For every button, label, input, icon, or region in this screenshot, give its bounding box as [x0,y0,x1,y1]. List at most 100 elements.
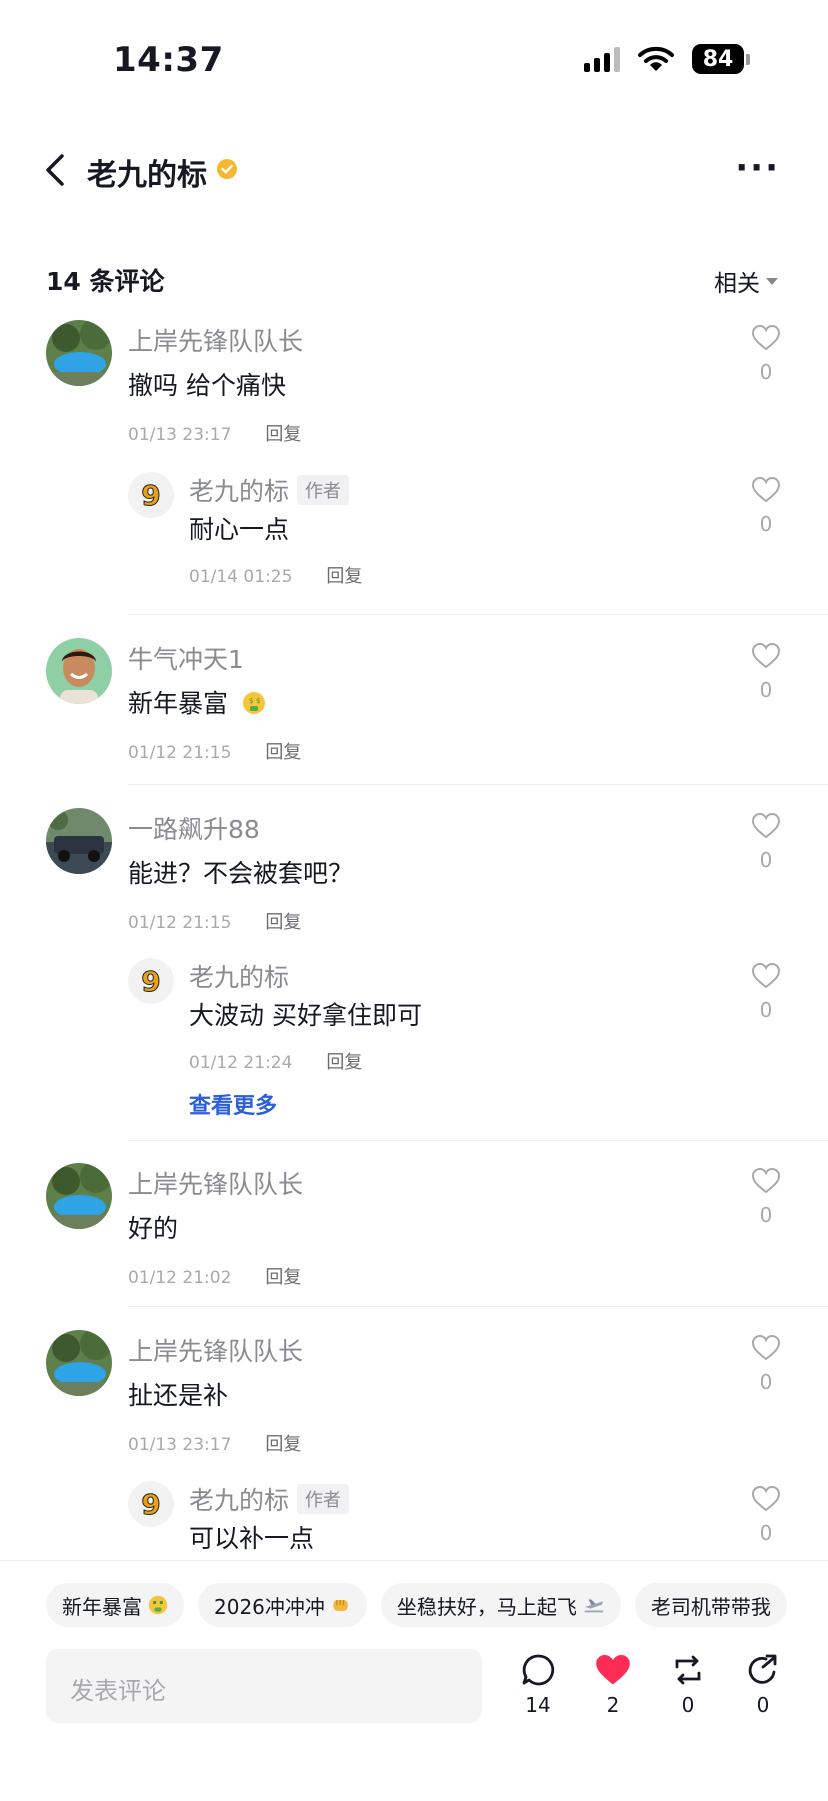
reply-button[interactable]: 回复 [265,912,301,933]
comment-text: 大波动 买好拿住即可 [189,1001,422,1030]
comment-meta: 01/12 21:15 回复 [128,908,301,934]
avatar[interactable] [46,1330,112,1396]
avatar[interactable] [46,1163,112,1229]
avatar[interactable]: 9 [128,1481,174,1527]
commenter-name: 老九的标 作者 [189,472,350,508]
wifi-icon [638,46,674,71]
status-icons: 84 [584,44,750,74]
battery-icon: 84 [692,44,750,74]
reply-button[interactable]: 回复 [326,1052,362,1073]
comment-time: 01/12 21:24 [189,1053,293,1073]
comment-input-placeholder: 发表评论 [70,1677,166,1705]
commenter-name[interactable]: 牛气冲天1 [128,640,244,676]
airplane-emoji-icon [584,1599,604,1613]
verified-badge-icon [217,159,237,179]
money-mouth-emoji-icon: $ $ [242,692,265,714]
comment-meta: 01/12 21:15 回复 [128,738,301,764]
like-button[interactable]: 0 [746,476,786,536]
shares-count: 0 [756,1693,770,1717]
like-post-button[interactable]: 2 [583,1653,643,1717]
like-count: 0 [759,848,773,872]
heart-outline-icon [751,324,781,351]
svg-text:9: 9 [141,1488,160,1521]
heart-outline-icon [751,642,781,669]
more-options-icon[interactable]: ··· [735,148,780,188]
quick-reply-chip[interactable]: 新年暴富 [46,1583,184,1627]
avatar[interactable] [46,638,112,704]
see-more-replies-link[interactable]: 查看更多 [189,1088,277,1120]
divider [128,1140,828,1141]
like-count: 0 [759,360,773,384]
divider [128,614,828,615]
commenter-name[interactable]: 上岸先锋队队长 [128,1165,303,1201]
comment-text: 撤吗 给个痛快 [128,371,286,400]
reply-button[interactable]: 回复 [265,1267,301,1288]
reply-button[interactable]: 回复 [265,424,301,445]
avatar[interactable] [46,808,112,874]
commenter-name: 老九的标 作者 [189,1481,350,1517]
like-count: 0 [759,678,773,702]
commenter-name-text[interactable]: 老九的标 [189,477,289,506]
heart-outline-icon [751,962,781,989]
like-count: 0 [759,1370,773,1394]
battery-level: 84 [692,44,744,74]
avatar[interactable]: 9 [128,472,174,518]
comment-bubble-icon [522,1654,555,1686]
comment-text: 可以补一点 [189,1524,315,1553]
commenter-name[interactable]: 上岸先锋队队长 [128,1332,303,1368]
quick-reply-label: 2026冲冲冲 [214,1594,325,1619]
quick-reply-chip[interactable]: 2026冲冲冲 [198,1583,367,1627]
caret-down-icon [766,277,778,285]
like-button[interactable]: 0 [746,1167,786,1227]
quick-reply-chip[interactable]: 老司机带带我 [634,1583,787,1627]
comments-button[interactable]: 14 [508,1653,568,1717]
share-button[interactable]: 0 [733,1653,793,1717]
comment-time: 01/13 23:17 [128,425,232,445]
commenter-name[interactable]: 一路飙升88 [128,810,260,846]
like-button[interactable]: 0 [746,324,786,384]
likes-count: 2 [606,1693,620,1717]
comment-meta: 01/13 23:17 回复 [128,420,301,446]
like-button[interactable]: 0 [746,642,786,702]
like-count: 0 [759,512,773,536]
divider [128,1306,828,1307]
author-tag: 作者 [297,1484,350,1514]
commenter-name[interactable]: 老九的标 [189,958,289,994]
comment-time: 01/13 23:17 [128,1435,232,1455]
page-header: 老九的标 ··· [0,140,828,200]
comment-meta: 01/12 21:02 回复 [128,1263,301,1289]
reply-button[interactable]: 回复 [326,566,362,587]
divider [128,784,828,785]
comment-text-content: 新年暴富 [128,689,229,718]
commenter-name[interactable]: 上岸先锋队队长 [128,322,303,358]
reply-button[interactable]: 回复 [265,1434,301,1455]
status-time: 14:37 [113,40,224,80]
like-button[interactable]: 0 [746,1334,786,1394]
comment-meta: 01/12 21:24 回复 [189,1048,362,1074]
like-count: 0 [759,1521,773,1545]
heart-outline-icon [751,476,781,503]
comment-time: 01/14 01:25 [189,567,293,587]
reply-button[interactable]: 回复 [265,742,301,763]
avatar[interactable]: 9 [128,958,174,1004]
page-title[interactable]: 老九的标 [87,150,207,194]
svg-text:9: 9 [141,479,160,512]
comment-composer-bar: 新年暴富 2026冲冲冲 坐稳扶好，马上起飞 老司机带带我 发表评论 14 2 … [0,1560,828,1801]
comment-input[interactable]: 发表评论 [46,1649,482,1723]
repost-button[interactable]: 0 [658,1653,718,1717]
comment-text: 新年暴富 $ $ [128,684,266,720]
quick-reply-label: 坐稳扶好，马上起飞 [396,1594,577,1619]
reposts-count: 0 [681,1693,695,1717]
quick-reply-label: 老司机带带我 [650,1594,771,1619]
svg-text:9: 9 [141,965,160,998]
like-button[interactable]: 0 [746,812,786,872]
heart-outline-icon [751,1167,781,1194]
commenter-name-text[interactable]: 老九的标 [189,1486,289,1515]
back-icon[interactable] [40,150,72,190]
like-button[interactable]: 0 [746,962,786,1022]
like-button[interactable]: 0 [746,1485,786,1545]
comment-text: 能进？不会被套吧？ [128,859,354,888]
avatar[interactable] [46,320,112,386]
quick-reply-chip[interactable]: 坐稳扶好，马上起飞 [380,1583,621,1627]
sort-dropdown[interactable]: 相关 [714,264,778,298]
